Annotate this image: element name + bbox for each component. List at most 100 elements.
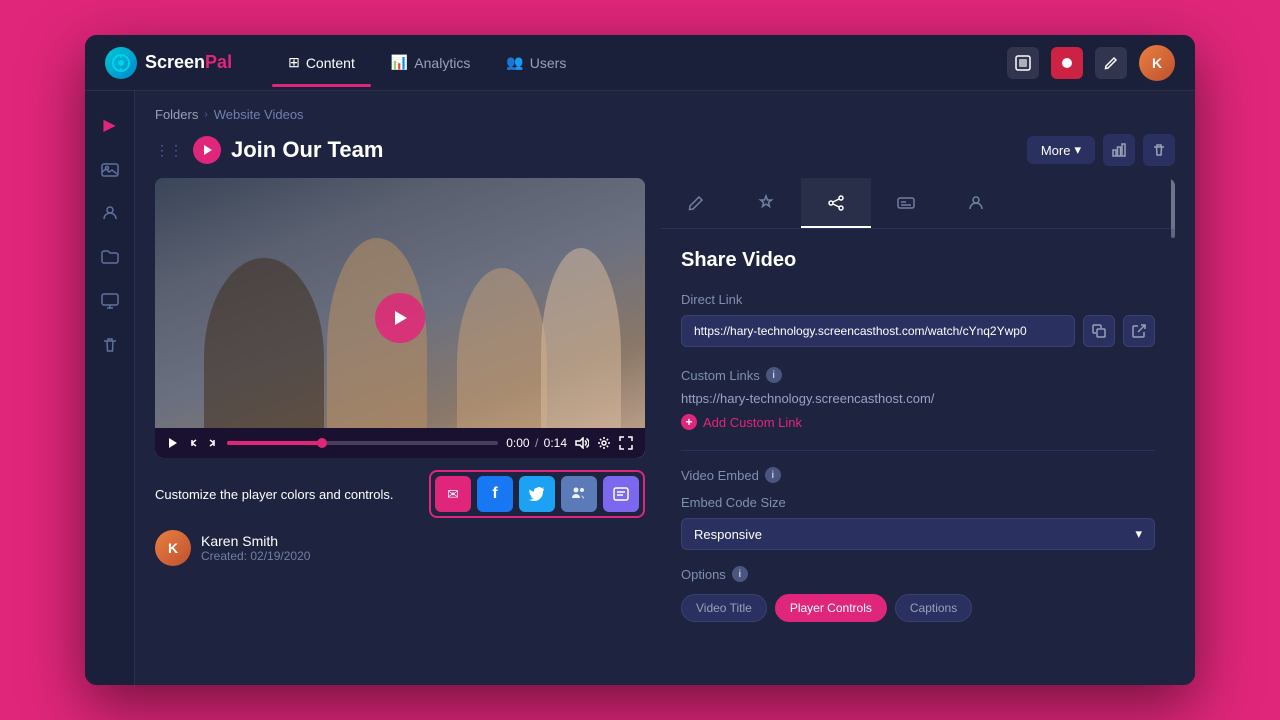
share-teams2-btn[interactable] bbox=[603, 476, 639, 512]
play-pause-button[interactable] bbox=[167, 437, 179, 449]
analytics-icon-btn[interactable] bbox=[1103, 134, 1135, 166]
custom-link-url: https://hary-technology.screencasthost.c… bbox=[681, 391, 1155, 406]
option-video-title-label: Video Title bbox=[696, 601, 752, 615]
more-button[interactable]: More ▾ bbox=[1027, 136, 1095, 164]
edit-btn[interactable] bbox=[1095, 47, 1127, 79]
nav-tab-users-label: Users bbox=[530, 55, 567, 71]
copy-link-btn[interactable] bbox=[1083, 315, 1115, 347]
logo-pal: Pal bbox=[205, 52, 232, 72]
current-time: 0:00 bbox=[506, 436, 529, 450]
settings-button[interactable] bbox=[597, 436, 611, 450]
option-video-title-btn[interactable]: Video Title bbox=[681, 594, 767, 622]
share-teams1-btn[interactable] bbox=[561, 476, 597, 512]
share-twitter-btn[interactable] bbox=[519, 476, 555, 512]
avatar-image: K bbox=[1139, 45, 1175, 81]
embed-size-chevron-icon: ▾ bbox=[1135, 526, 1142, 542]
page-header: Folders › Website Videos ⋮⋮ Join Our Tea… bbox=[135, 91, 1195, 178]
nav-tab-analytics-label: Analytics bbox=[414, 55, 470, 71]
video-panel-row: 0:00 / 0:14 bbox=[135, 178, 1195, 685]
custom-links-label: Custom Links bbox=[681, 368, 760, 383]
custom-links-info-icon[interactable]: i bbox=[766, 367, 782, 383]
video-section: 0:00 / 0:14 bbox=[155, 178, 645, 669]
add-icon: + bbox=[681, 414, 697, 430]
share-facebook-btn[interactable]: f bbox=[477, 476, 513, 512]
panel-tab-edit[interactable] bbox=[661, 178, 731, 228]
option-player-controls-label: Player Controls bbox=[790, 601, 872, 615]
options-row: Options i bbox=[681, 566, 1155, 582]
nav-tab-users[interactable]: 👥 Users bbox=[490, 46, 582, 79]
option-captions-btn[interactable]: Captions bbox=[895, 594, 972, 622]
top-nav: ScreenPal ⊞ Content 📊 Analytics 👥 Users bbox=[85, 35, 1195, 91]
embed-size-select[interactable]: Responsive ▾ bbox=[681, 518, 1155, 550]
video-controls-bar: 0:00 / 0:14 bbox=[155, 428, 645, 458]
sidebar-item-play[interactable]: ▶ bbox=[92, 107, 128, 143]
logo-text: ScreenPal bbox=[145, 52, 232, 73]
users-tab-icon: 👥 bbox=[506, 54, 523, 71]
forward-button[interactable] bbox=[207, 437, 219, 449]
nav-tab-analytics[interactable]: 📊 Analytics bbox=[375, 46, 486, 79]
created-date: 02/19/2020 bbox=[250, 549, 310, 563]
rewind-button[interactable] bbox=[187, 437, 199, 449]
panel-body: Share Video Direct Link https://hary-tec… bbox=[661, 229, 1175, 669]
custom-links-row: Custom Links i bbox=[681, 367, 1155, 383]
nav-right: K bbox=[1007, 45, 1175, 81]
embed-size-label: Embed Code Size bbox=[681, 495, 1155, 510]
page-title: Join Our Team bbox=[231, 137, 383, 163]
breadcrumb: Folders › Website Videos bbox=[155, 107, 1175, 122]
panel-tabs bbox=[661, 178, 1175, 229]
video-embed-label: Video Embed bbox=[681, 468, 759, 483]
breadcrumb-current: Website Videos bbox=[214, 107, 304, 122]
record-btn[interactable] bbox=[1051, 47, 1083, 79]
video-embed-row: Video Embed i bbox=[681, 467, 1155, 483]
panel-scrollbar-thumb bbox=[1171, 178, 1175, 238]
capture-btn[interactable] bbox=[1007, 47, 1039, 79]
share-row: Customize the player colors and controls… bbox=[155, 470, 645, 518]
add-custom-link-label: Add Custom Link bbox=[703, 415, 802, 430]
direct-link-label: Direct Link bbox=[681, 292, 1155, 307]
sidebar-item-user[interactable] bbox=[92, 195, 128, 231]
panel-scrollbar[interactable] bbox=[1171, 178, 1175, 228]
user-avatar-nav[interactable]: K bbox=[1139, 45, 1175, 81]
breadcrumb-sep: › bbox=[204, 109, 207, 120]
divider-1 bbox=[681, 450, 1155, 451]
video-play-overlay[interactable] bbox=[375, 293, 425, 343]
app-window: ScreenPal ⊞ Content 📊 Analytics 👥 Users bbox=[85, 35, 1195, 685]
panel-tab-effects[interactable] bbox=[731, 178, 801, 228]
social-share-buttons: ✉ f bbox=[429, 470, 645, 518]
option-player-controls-btn[interactable]: Player Controls bbox=[775, 594, 887, 622]
video-embed-info-icon[interactable]: i bbox=[765, 467, 781, 483]
progress-fill bbox=[227, 441, 322, 445]
page-title-left: ⋮⋮ Join Our Team bbox=[155, 136, 383, 164]
page-title-actions: More ▾ bbox=[1027, 134, 1175, 166]
delete-icon-btn[interactable] bbox=[1143, 134, 1175, 166]
sidebar-item-screen[interactable] bbox=[92, 283, 128, 319]
share-email-btn[interactable]: ✉ bbox=[435, 476, 471, 512]
panel-tab-captions[interactable] bbox=[871, 178, 941, 228]
nav-tabs: ⊞ Content 📊 Analytics 👥 Users bbox=[272, 46, 1007, 79]
panel-tab-access[interactable] bbox=[941, 178, 1011, 228]
sidebar-item-trash[interactable] bbox=[92, 327, 128, 363]
drag-handle-icon[interactable]: ⋮⋮ bbox=[155, 142, 183, 159]
progress-dot bbox=[317, 438, 327, 448]
add-custom-link-btn[interactable]: + Add Custom Link bbox=[681, 414, 1155, 430]
volume-button[interactable] bbox=[575, 437, 589, 449]
progress-bar[interactable] bbox=[227, 441, 498, 445]
sidebar-item-folder[interactable] bbox=[92, 239, 128, 275]
creator-avatar: K bbox=[155, 530, 191, 566]
breadcrumb-folders[interactable]: Folders bbox=[155, 107, 198, 122]
fullscreen-button[interactable] bbox=[619, 436, 633, 450]
options-info-icon[interactable]: i bbox=[732, 566, 748, 582]
panel-tab-share[interactable] bbox=[801, 178, 871, 228]
nav-tab-content[interactable]: ⊞ Content bbox=[272, 46, 371, 79]
direct-link-url: https://hary-technology.screencasthost.c… bbox=[681, 315, 1075, 347]
creator-info: Karen Smith Created: 02/19/2020 bbox=[201, 533, 310, 563]
created-label: Created: bbox=[201, 549, 247, 563]
left-sidebar: ▶ bbox=[85, 91, 135, 685]
creator-name: Karen Smith bbox=[201, 533, 310, 549]
analytics-tab-icon: 📊 bbox=[391, 54, 408, 71]
share-video-title: Share Video bbox=[681, 249, 1155, 272]
url-field-row: https://hary-technology.screencasthost.c… bbox=[681, 315, 1155, 347]
right-panel: Share Video Direct Link https://hary-tec… bbox=[661, 178, 1175, 669]
open-link-btn[interactable] bbox=[1123, 315, 1155, 347]
sidebar-item-image[interactable] bbox=[92, 151, 128, 187]
